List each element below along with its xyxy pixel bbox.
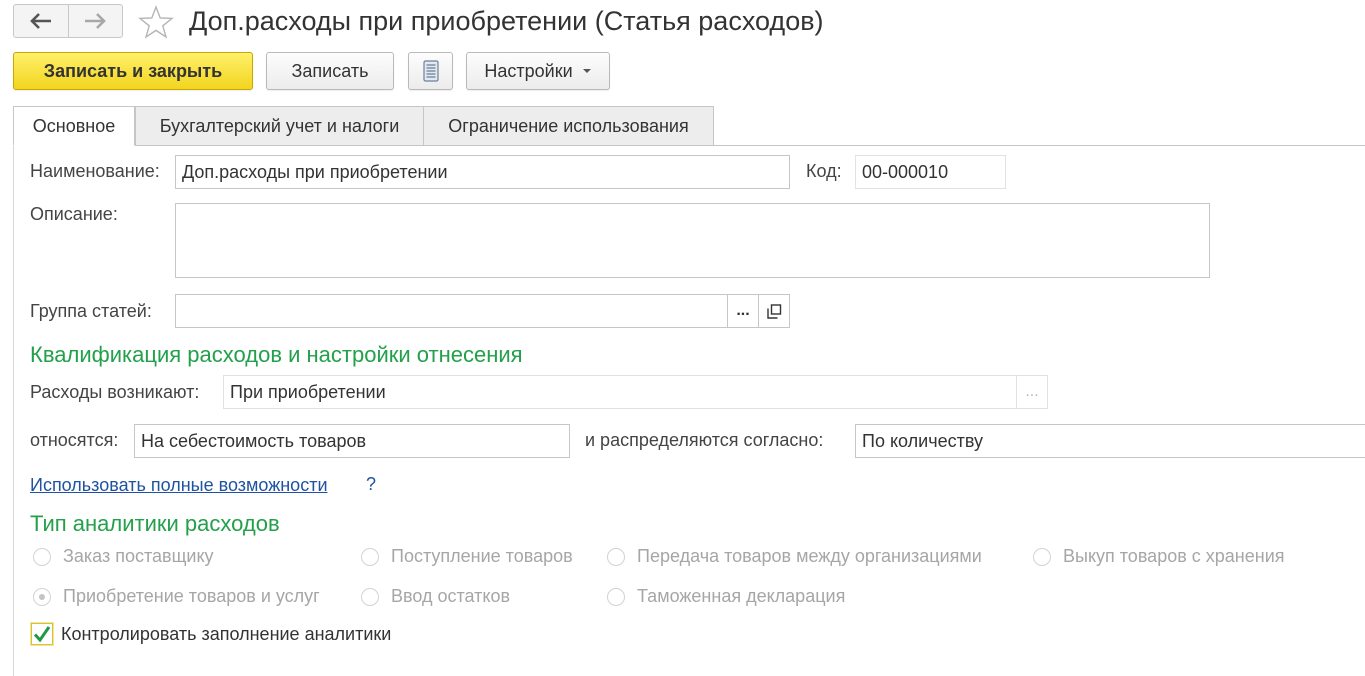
group-open-button[interactable] — [759, 294, 790, 328]
control-analytics-checkbox[interactable]: Контролировать заполнение аналитики — [31, 623, 391, 645]
radio-storage-buyout[interactable]: Выкуп товаров с хранения — [1033, 546, 1285, 567]
radio-label: Заказ поставщику — [63, 546, 214, 566]
relate-label: относятся: — [30, 430, 119, 450]
radio-circle — [1033, 547, 1051, 566]
radio-circle — [33, 547, 51, 566]
document-list-icon — [422, 60, 439, 82]
radio-label: Приобретение товаров и услуг — [63, 586, 320, 606]
arise-label: Расходы возникают: — [30, 382, 200, 402]
qualification-section-title: Квалификация расходов и настройки отнесе… — [30, 342, 523, 367]
arise-field: При приобретении ... — [223, 375, 1048, 409]
arise-select-button[interactable]: ... — [1017, 375, 1048, 409]
help-icon[interactable]: ? — [366, 474, 376, 495]
back-button[interactable] — [14, 5, 69, 37]
group-select-button[interactable]: ... — [728, 294, 759, 328]
radio-circle — [607, 547, 625, 566]
name-input[interactable]: Доп.расходы при приобретении — [175, 155, 790, 189]
radio-label: Передача товаров между организациями — [637, 546, 982, 566]
save-and-close-button[interactable]: Записать и закрыть — [13, 52, 253, 90]
radio-circle — [607, 587, 625, 606]
radio-label: Таможенная декларация — [637, 586, 846, 606]
code-label: Код: — [806, 161, 842, 181]
tab-main[interactable]: Основное — [13, 106, 135, 146]
radio-label: Ввод остатков — [391, 586, 511, 606]
group-field: ... — [175, 294, 790, 328]
radio-label: Поступление товаров — [391, 546, 573, 566]
nav-buttons — [13, 4, 123, 38]
favorite-star-icon[interactable] — [138, 5, 174, 44]
distribute-input[interactable]: По количеству — [855, 424, 1365, 458]
forward-button[interactable] — [69, 5, 123, 37]
name-label: Наименование: — [30, 161, 160, 181]
distribute-label: и распределяются согласно: — [585, 430, 824, 450]
radio-supplier-order[interactable]: Заказ поставщику — [33, 546, 214, 567]
description-textarea[interactable] — [175, 203, 1210, 278]
settings-button[interactable]: Настройки — [466, 52, 610, 90]
relate-input[interactable]: На себестоимость товаров — [134, 424, 570, 458]
radio-label: Выкуп товаров с хранения — [1063, 546, 1285, 566]
list-view-button[interactable] — [408, 52, 453, 90]
open-window-icon — [766, 303, 781, 319]
radio-circle — [361, 587, 379, 606]
radio-customs-declaration[interactable]: Таможенная декларация — [607, 586, 845, 607]
tab-accounting-taxes[interactable]: Бухгалтерский учет и налоги — [135, 106, 424, 146]
checkbox-label: Контролировать заполнение аналитики — [61, 623, 392, 644]
analytics-section-title: Тип аналитики расходов — [30, 511, 280, 536]
radio-opening-balances[interactable]: Ввод остатков — [361, 586, 510, 607]
radio-circle — [361, 547, 379, 566]
group-input[interactable] — [175, 294, 728, 328]
tab-usage-restriction[interactable]: Ограничение использования — [423, 106, 714, 146]
window-title: Доп.расходы при приобретении (Статья рас… — [189, 6, 824, 36]
radio-dot — [39, 593, 45, 600]
group-label: Группа статей: — [30, 301, 152, 321]
radio-intercompany-transfer[interactable]: Передача товаров между организациями — [607, 546, 982, 567]
description-label: Описание: — [30, 204, 118, 224]
settings-label: Настройки — [484, 60, 573, 81]
radio-goods-receipt[interactable]: Поступление товаров — [361, 546, 573, 567]
full-features-link[interactable]: Использовать полные возможности — [30, 475, 328, 496]
chevron-down-icon — [582, 69, 591, 73]
radio-goods-services-purchase[interactable]: Приобретение товаров и услуг — [33, 586, 320, 607]
radio-circle — [33, 587, 51, 606]
form-left-border — [13, 145, 14, 676]
save-button[interactable]: Записать — [266, 52, 394, 90]
checkbox-box — [31, 623, 53, 645]
arrow-right-icon — [85, 13, 107, 29]
checkmark-icon — [33, 626, 51, 643]
arise-input[interactable]: При приобретении — [223, 375, 1017, 409]
code-input[interactable]: 00-000010 — [855, 155, 1006, 189]
arrow-left-icon — [29, 13, 51, 29]
